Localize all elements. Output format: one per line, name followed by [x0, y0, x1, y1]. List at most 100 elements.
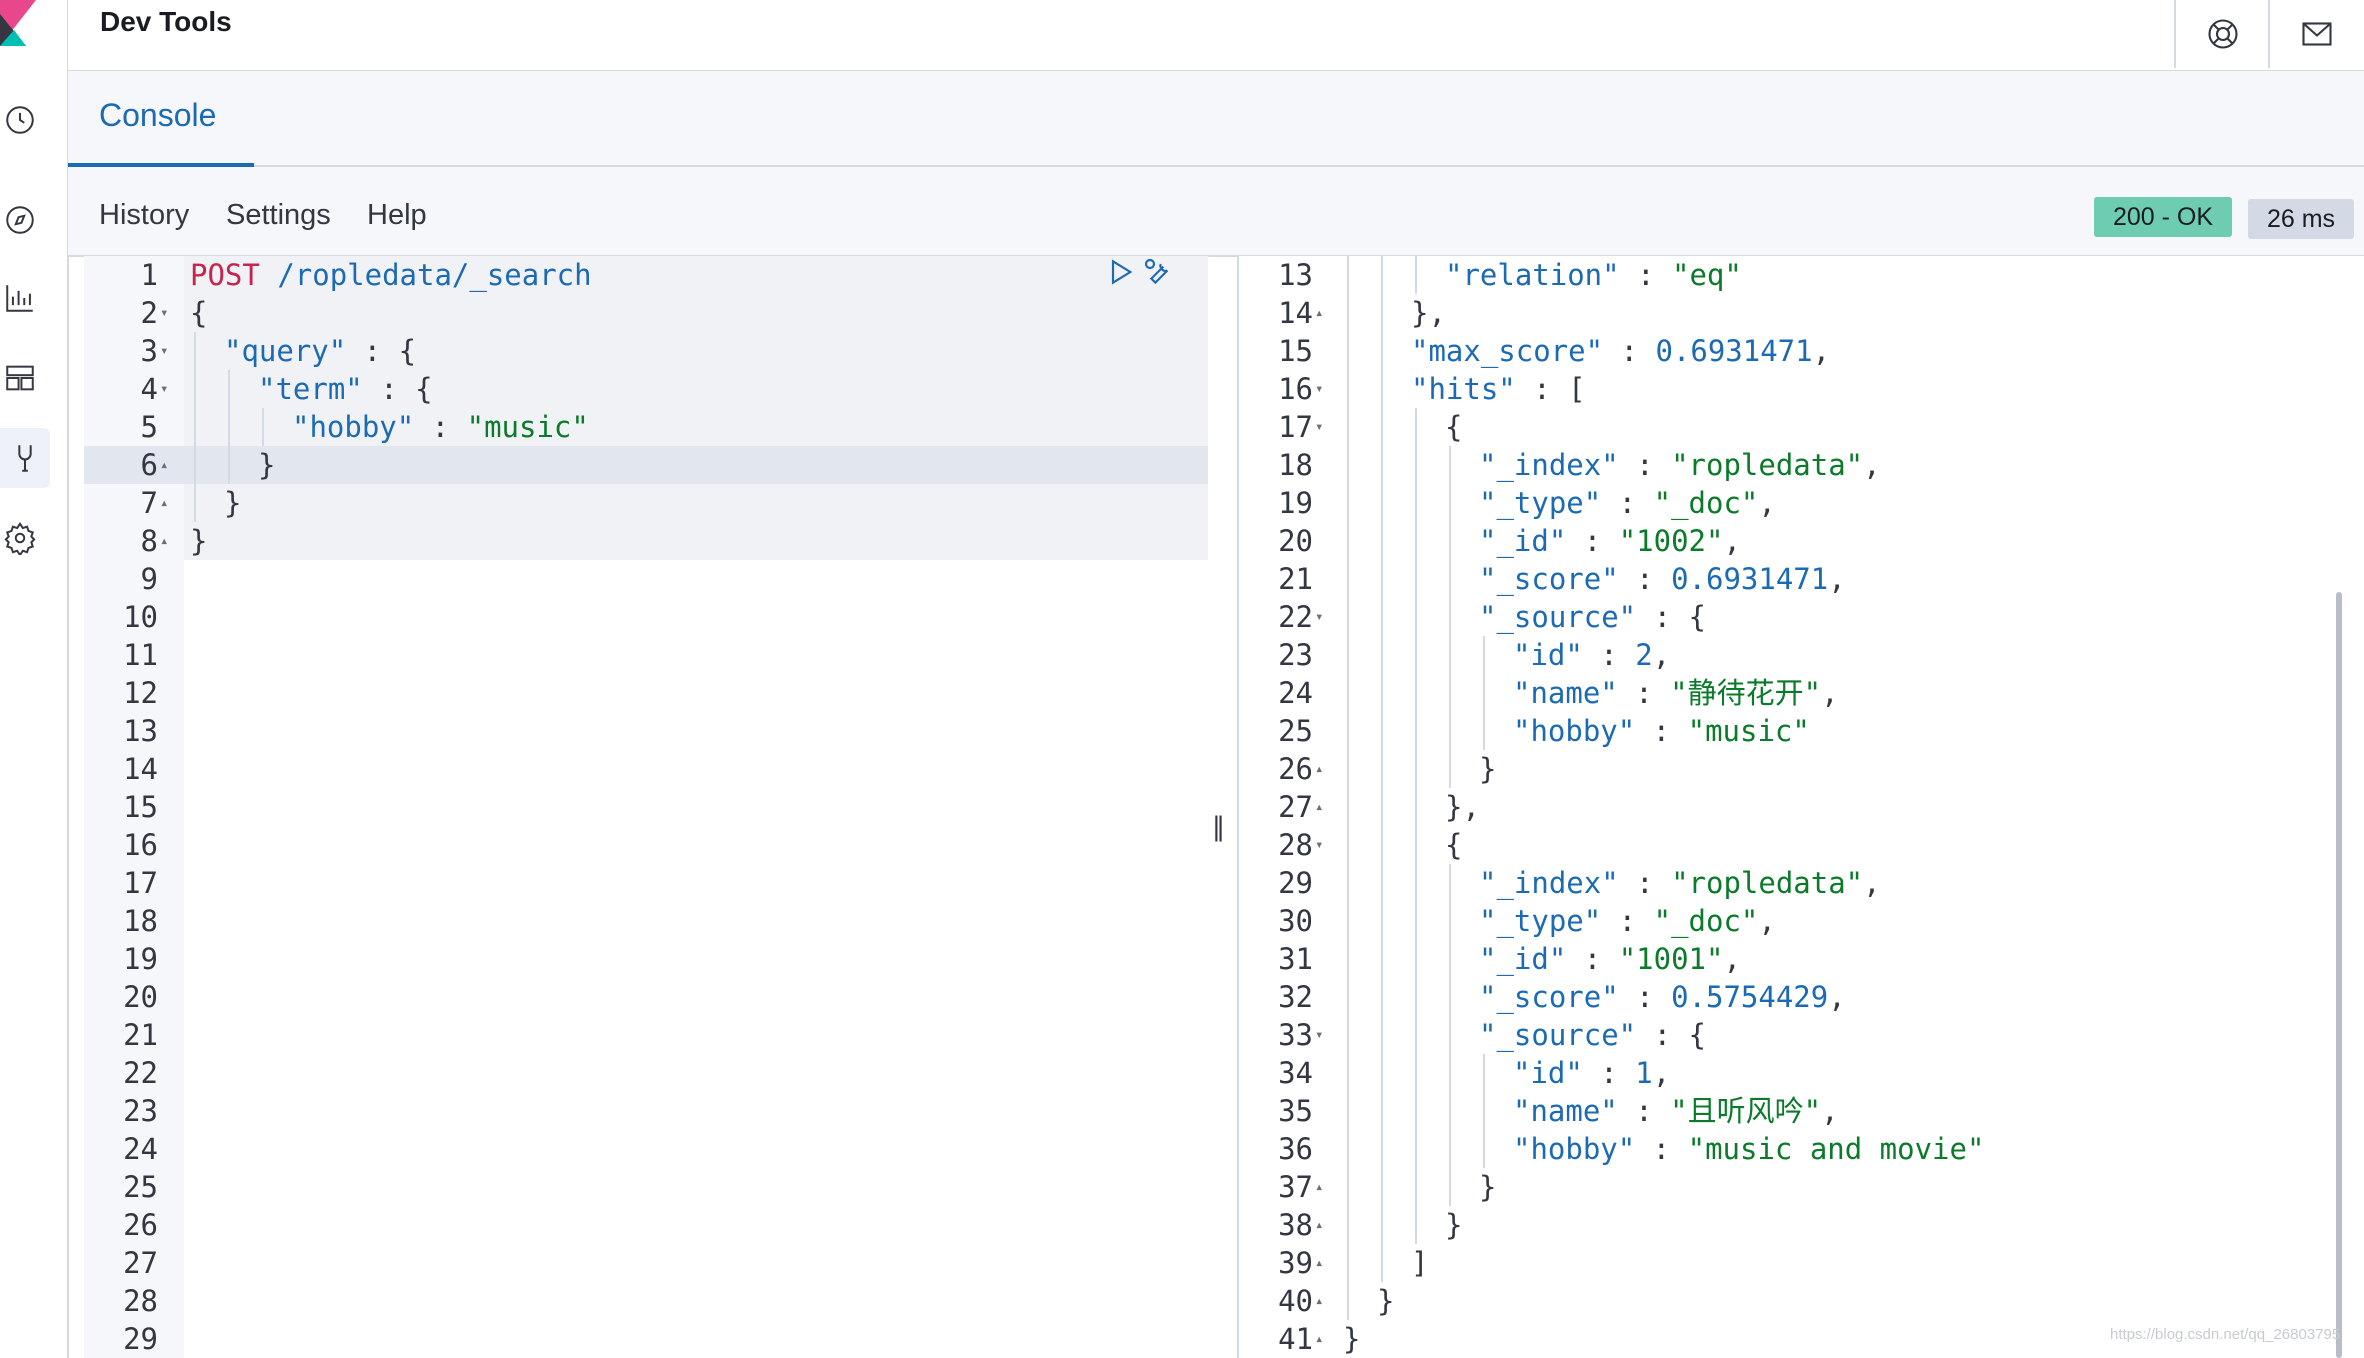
- fold-close-icon[interactable]: ▴: [1315, 294, 1323, 332]
- fold-open-icon[interactable]: ▾: [1315, 1016, 1323, 1054]
- code-text: {: [1445, 826, 1462, 864]
- indent-guide: [1381, 1092, 1383, 1130]
- code-line: 7 ▴}: [84, 484, 1208, 522]
- fold-open-icon[interactable]: ▾: [160, 370, 168, 408]
- fold-open-icon[interactable]: ▾: [160, 332, 168, 370]
- indent-guide: [1347, 864, 1349, 902]
- indent-guide: [1415, 826, 1417, 864]
- code-line: 13: [84, 712, 1208, 750]
- indent-guide: [194, 370, 196, 408]
- line-number: 26: [123, 1208, 158, 1242]
- fold-close-icon[interactable]: ▴: [160, 446, 168, 484]
- indent-guide: [1381, 1244, 1383, 1282]
- indent-guide: [1381, 978, 1383, 1016]
- code-token: /ropledata/_search: [277, 258, 592, 292]
- code-line: 14: [84, 750, 1208, 788]
- code-token: :: [1603, 334, 1656, 368]
- fold-open-icon[interactable]: ▾: [1315, 408, 1323, 446]
- code-token: "_type": [1479, 904, 1602, 938]
- indent-guide: [1415, 560, 1417, 598]
- wrench-icon[interactable]: [1142, 256, 1174, 288]
- code-token: },: [1445, 790, 1480, 824]
- fold-open-icon[interactable]: ▾: [160, 294, 168, 332]
- code-line: 37 ▴}: [1239, 1168, 2349, 1206]
- line-number: 20: [123, 980, 158, 1014]
- pane-resizer[interactable]: ‖: [1212, 812, 1226, 852]
- fold-close-icon[interactable]: ▴: [1315, 1168, 1323, 1206]
- code-text: "query" : {: [224, 332, 416, 370]
- response-editor[interactable]: 13 "relation" : "eq" 14 ▴}, 15 "max_score" : …: [1237, 256, 2364, 1358]
- fold-open-icon[interactable]: ▾: [1315, 370, 1323, 408]
- history-menu-item[interactable]: History: [99, 199, 189, 232]
- code-line: 33 ▾ "_source" : {: [1239, 1016, 2349, 1054]
- code-line: 29: [84, 1320, 1208, 1358]
- fold-close-icon[interactable]: ▴: [1315, 750, 1323, 788]
- code-line: 5 "hobby" : "music": [84, 408, 1208, 446]
- tab-console[interactable]: Console: [99, 97, 216, 134]
- indent-guide: [1347, 598, 1349, 636]
- code-line: 10: [84, 598, 1208, 636]
- indent-guide: [1347, 522, 1349, 560]
- code-text: "hits" : [: [1411, 370, 1586, 408]
- indent-guide: [1449, 902, 1451, 940]
- line-number: 19: [123, 942, 158, 976]
- fold-close-icon[interactable]: ▴: [1315, 1282, 1323, 1320]
- indent-guide: [1381, 294, 1383, 332]
- fold-open-icon[interactable]: ▾: [1315, 826, 1323, 864]
- visualize-icon[interactable]: [0, 278, 40, 318]
- code-token: :: [414, 410, 467, 444]
- code-line: 26 ▴}: [1239, 750, 2349, 788]
- code-line: 17 ▾ {: [1239, 408, 2349, 446]
- line-number: 27: [123, 1246, 158, 1280]
- fold-close-icon[interactable]: ▴: [1315, 1206, 1323, 1244]
- indent-guide: [1483, 636, 1485, 674]
- send-request-icon[interactable]: [1105, 256, 1137, 288]
- fold-open-icon[interactable]: ▾: [1315, 598, 1323, 636]
- code-token: "name": [1513, 1094, 1618, 1128]
- page-title: Dev Tools: [100, 6, 232, 37]
- line-number: 14: [1278, 296, 1313, 330]
- code-text: "hobby" : "music": [292, 408, 589, 446]
- indent-guide: [1381, 332, 1383, 370]
- indent-guide: [1381, 750, 1383, 788]
- dashboard-icon[interactable]: [0, 358, 40, 398]
- code-text: "hobby" : "music and movie": [1513, 1130, 1984, 1168]
- line-number: 19: [1278, 486, 1313, 520]
- line-number: 6: [140, 448, 158, 482]
- newsfeed-button[interactable]: [2268, 0, 2364, 68]
- response-scrollbar[interactable]: [2336, 592, 2342, 1358]
- code-text: }: [224, 484, 241, 522]
- settings-menu-item[interactable]: Settings: [226, 199, 331, 232]
- help-menu-item[interactable]: Help: [367, 199, 427, 232]
- indent-guide: [1415, 636, 1417, 674]
- recently-viewed-icon[interactable]: [0, 100, 40, 140]
- line-number: 34: [1278, 1056, 1313, 1090]
- code-text: "relation" : "eq": [1445, 256, 1742, 294]
- discover-icon[interactable]: [0, 200, 40, 240]
- dev-tools-icon[interactable]: [0, 428, 50, 488]
- fold-close-icon[interactable]: ▴: [1315, 788, 1323, 826]
- indent-guide: [1347, 484, 1349, 522]
- code-line: 20: [84, 978, 1208, 1016]
- indent-guide: [1415, 864, 1417, 902]
- code-token: "name": [1513, 676, 1618, 710]
- help-menu-button[interactable]: [2174, 0, 2270, 68]
- code-text: "_score" : 0.6931471,: [1479, 560, 1846, 598]
- request-editor[interactable]: 1 POST /ropledata/_search 2 ▾{3 ▾ "query" : {…: [84, 256, 1208, 1358]
- line-number: 28: [1278, 828, 1313, 862]
- fold-close-icon[interactable]: ▴: [1315, 1320, 1323, 1358]
- fold-close-icon[interactable]: ▴: [160, 484, 168, 522]
- line-number: 24: [123, 1132, 158, 1166]
- management-icon[interactable]: [0, 518, 40, 558]
- code-token: "_index": [1479, 866, 1619, 900]
- line-number: 27: [1278, 790, 1313, 824]
- indent-guide: [1347, 826, 1349, 864]
- kibana-logo[interactable]: [0, 0, 36, 46]
- code-line: 15: [84, 788, 1208, 826]
- code-line: 16: [84, 826, 1208, 864]
- fold-close-icon[interactable]: ▴: [160, 522, 168, 560]
- indent-guide: [228, 408, 230, 446]
- fold-close-icon[interactable]: ▴: [1315, 1244, 1323, 1282]
- code-token: ,: [1652, 1056, 1671, 1090]
- code-line: 40 ▴}: [1239, 1282, 2349, 1320]
